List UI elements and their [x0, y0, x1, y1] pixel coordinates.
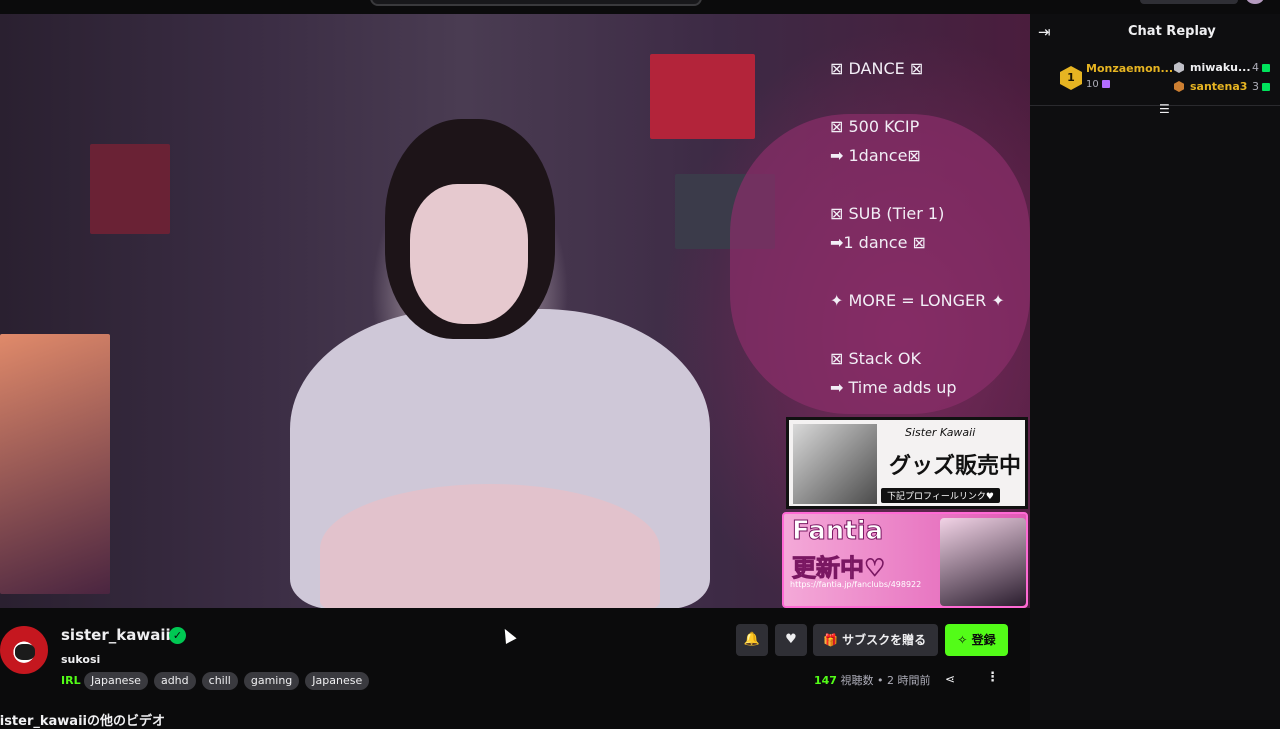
overlay-line: ⊠ 500 KCIP — [830, 117, 920, 136]
gift-leaderboard: 1 Monzaemon... 10 miwaku... 4 santena3 3 — [1030, 50, 1280, 106]
verified-check-icon: ✓ — [169, 627, 186, 644]
fantia-promo-banner: Fantia 更新中♡ https://fantia.jp/fanclubs/4… — [782, 512, 1028, 608]
share-icon[interactable]: ⋖ — [945, 672, 955, 686]
user-avatar[interactable] — [1246, 0, 1264, 4]
top-bar — [0, 0, 1280, 14]
gift-icon — [1262, 64, 1270, 72]
more-options-icon[interactable]: ⋮ — [986, 670, 999, 685]
leaderboard-count-1: 10 — [1086, 79, 1110, 90]
silver-medal-icon — [1174, 62, 1184, 73]
top-action-button[interactable] — [1140, 0, 1238, 4]
gift-icon: 🎁 — [823, 633, 843, 647]
overlay-line: ✦ MORE = LONGER ✦ — [830, 291, 1005, 310]
leaderboard-count-2: 4 — [1252, 61, 1270, 74]
leaderboard-user-3[interactable]: santena3 — [1190, 80, 1247, 93]
favorite-button[interactable]: ♥ — [775, 624, 807, 656]
overlay-line: ➡ 1dance⊠ — [830, 146, 921, 165]
streamer-legs — [320, 484, 660, 608]
leaderboard-count-3: 3 — [1252, 80, 1270, 93]
stream-title: sukosi — [61, 653, 101, 666]
streamer-face — [410, 184, 528, 324]
promo-photo — [940, 518, 1026, 606]
channel-name[interactable]: sister_kawaii — [61, 626, 171, 644]
goods-promo-banner: Sister Kawaii グッズ販売中 下記プロフィールリンク♥ — [786, 417, 1028, 509]
overlay-line: ➡1 dance ⊠ — [830, 233, 926, 252]
tag-list: Japanese adhd chill gaming Japanese — [84, 672, 370, 690]
goods-brand: Sister Kawaii — [905, 426, 976, 439]
gift-icon — [1262, 83, 1270, 91]
chat-title: Chat Replay — [1128, 24, 1216, 39]
dance-menu-overlay: ⊠ DANCE ⊠ ⊠ 500 KCIP ➡ 1dance⊠ ⊠ SUB (Ti… — [830, 54, 1030, 402]
monitor-light — [0, 334, 110, 594]
sparkle-icon: ✧ — [957, 633, 972, 647]
gift-icon — [1101, 80, 1110, 88]
avatar-face — [15, 644, 35, 660]
leaderboard-row-3[interactable]: santena3 3 — [1174, 79, 1274, 95]
leaderboard-user-1[interactable]: Monzaemon... — [1086, 62, 1173, 75]
tag[interactable]: chill — [201, 672, 238, 690]
channel-info-bar: sister_kawaii ✓ sukosi IRL Japanese adhd… — [0, 608, 1030, 729]
bronze-medal-icon — [1174, 81, 1184, 92]
chat-panel: ⇥ Chat Replay 1 Monzaemon... 10 miwaku..… — [1030, 14, 1280, 720]
rank-1-badge-icon: 1 — [1060, 66, 1082, 90]
fantia-url: https://fantia.jp/fanclubs/498922 — [790, 580, 922, 589]
bell-icon: 🔔 — [743, 632, 761, 647]
chat-header: ⇥ Chat Replay — [1030, 14, 1280, 50]
fantia-title: Fantia — [791, 516, 884, 547]
overlay-line: ⊠ SUB (Tier 1) — [830, 204, 945, 223]
channel-avatar[interactable] — [0, 626, 48, 674]
tag[interactable]: adhd — [153, 672, 196, 690]
tag[interactable]: gaming — [243, 672, 300, 690]
expand-leaderboard-icon[interactable]: ☰ — [1159, 102, 1170, 116]
leaderboard-user-2[interactable]: miwaku... — [1190, 61, 1251, 74]
gift-sub-button[interactable]: 🎁 サブスクを贈る — [813, 624, 938, 656]
overlay-line: ⊠ DANCE ⊠ — [830, 59, 924, 78]
tag[interactable]: Japanese — [84, 672, 148, 690]
goods-subtitle: 下記プロフィールリンク♥ — [881, 488, 1000, 503]
promo-photo — [793, 424, 877, 504]
overlay-line: ⊠ Stack OK — [830, 349, 921, 368]
goods-title: グッズ販売中 — [889, 453, 1022, 479]
leaderboard-row-2[interactable]: miwaku... 4 — [1174, 60, 1274, 76]
video-player[interactable]: ⊠ DANCE ⊠ ⊠ 500 KCIP ➡ 1dance⊠ ⊠ SUB (Ti… — [0, 14, 1030, 608]
notification-bell-button[interactable]: 🔔 — [736, 624, 768, 656]
category-link[interactable]: IRL — [61, 674, 81, 687]
wall-poster — [90, 144, 170, 234]
viewer-label: 視聴数 — [840, 674, 874, 687]
mouse-cursor-icon — [499, 626, 517, 644]
follow-button[interactable]: ✧ 登録 — [945, 624, 1008, 656]
fantia-subtitle: 更新中♡ — [792, 554, 887, 583]
collapse-chat-icon[interactable]: ⇥ — [1038, 24, 1056, 40]
time-ago: 2 時間前 — [886, 674, 931, 687]
stream-stats: 147 視聴数 • 2 時間前 — [814, 674, 931, 687]
tag[interactable]: Japanese — [305, 672, 370, 690]
viewer-count: 147 — [814, 674, 837, 687]
wall-poster — [650, 54, 755, 139]
search-input[interactable] — [370, 0, 702, 6]
heart-icon: ♥ — [785, 632, 797, 647]
overlay-line: ➡ Time adds up — [830, 378, 957, 397]
